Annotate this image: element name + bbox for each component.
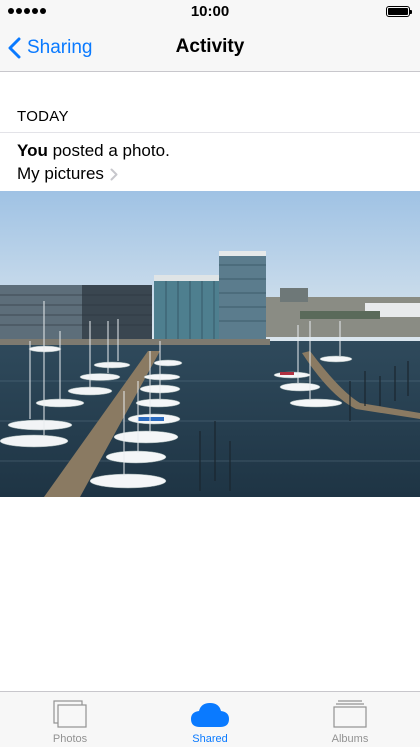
photos-icon bbox=[53, 700, 87, 728]
chevron-right-icon bbox=[110, 168, 118, 180]
status-bar: 10:00 bbox=[0, 0, 420, 24]
tab-bar: Photos Shared Albums bbox=[0, 691, 420, 747]
battery-icon bbox=[386, 6, 412, 17]
tab-shared-label: Shared bbox=[192, 733, 228, 745]
divider bbox=[0, 132, 420, 133]
shared-photo[interactable] bbox=[0, 191, 420, 497]
activity-actor: You bbox=[17, 141, 48, 160]
cloud-icon bbox=[191, 703, 229, 727]
section-header-today: TODAY bbox=[17, 108, 69, 125]
tab-photos-label: Photos bbox=[52, 733, 88, 745]
albums-icon bbox=[333, 700, 367, 728]
album-name: My pictures bbox=[17, 164, 104, 183]
tab-albums[interactable]: Albums bbox=[280, 692, 420, 747]
tab-shared[interactable]: Shared bbox=[140, 692, 280, 747]
page-title: Activity bbox=[175, 36, 245, 57]
tab-photos[interactable]: Photos bbox=[0, 692, 140, 747]
status-time: 10:00 bbox=[190, 3, 230, 20]
activity-action: posted a photo. bbox=[47, 141, 170, 160]
album-link[interactable]: My pictures bbox=[17, 163, 118, 185]
tab-albums-label: Albums bbox=[331, 733, 369, 745]
navigation-bar: Sharing Activity bbox=[0, 24, 420, 72]
harbor-photo-image bbox=[0, 191, 420, 497]
activity-description: You posted a photo. bbox=[17, 141, 170, 161]
